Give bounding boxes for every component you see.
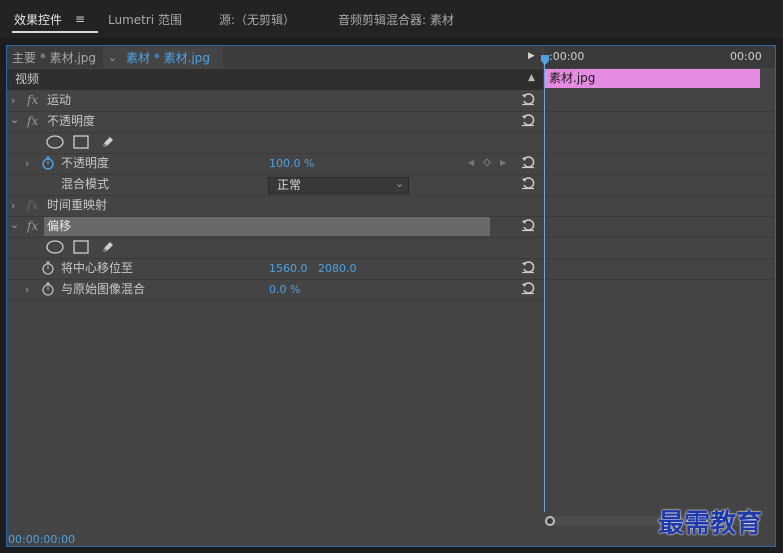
effect-name-motion: 运动: [47, 93, 72, 107]
collapse-up-icon[interactable]: ▲: [528, 73, 535, 83]
opacity-value[interactable]: 100.0 %: [269, 153, 314, 174]
next-keyframe-icon[interactable]: ▶: [500, 158, 506, 167]
blend-original-value[interactable]: 0.0 %: [269, 279, 300, 300]
fx-badge-icon: fx: [27, 198, 39, 212]
divider: [545, 153, 775, 154]
stopwatch-icon[interactable]: [41, 282, 55, 296]
ellipse-mask-icon[interactable]: [46, 135, 64, 149]
divider: [545, 195, 775, 196]
pen-mask-icon[interactable]: [100, 134, 116, 150]
collapse-chevron-icon[interactable]: ⌄: [10, 113, 19, 126]
tab-menu-icon[interactable]: ≡: [75, 12, 85, 26]
divider: [545, 258, 775, 259]
reset-icon[interactable]: [521, 218, 535, 232]
sequence-clip-label[interactable]: 素材 * 素材.jpg: [126, 47, 210, 69]
divider: [545, 237, 775, 238]
playhead-line: [544, 62, 545, 512]
reset-icon[interactable]: [521, 260, 535, 274]
fx-badge-icon[interactable]: fx: [27, 114, 38, 128]
tab-audio-clip-mixer[interactable]: 音频剪辑混合器: 素材: [338, 11, 454, 28]
playhead-marker-icon[interactable]: [541, 55, 549, 65]
divider: [545, 174, 775, 175]
effect-name-time-remap: 时间重映射: [47, 198, 108, 212]
timeline-end-time: 00:00: [730, 50, 762, 63]
master-clip-label[interactable]: 主要 * 素材.jpg: [12, 47, 96, 69]
expand-chevron-icon[interactable]: ›: [25, 157, 29, 170]
add-keyframe-icon[interactable]: ◇: [483, 157, 491, 168]
expand-chevron-icon[interactable]: ›: [11, 199, 15, 212]
reset-icon[interactable]: [521, 92, 535, 106]
active-tab-indicator: [12, 31, 98, 33]
tab-effect-controls[interactable]: 效果控件: [14, 11, 62, 28]
blend-mode-value: 正常: [277, 178, 302, 192]
watermark-logo: 最需教育: [658, 509, 763, 539]
chevron-down-icon[interactable]: ⌄: [108, 51, 117, 64]
selected-effect-highlight: [44, 217, 490, 236]
shift-center-x-value[interactable]: 1560.0: [269, 258, 308, 279]
blend-mode-select[interactable]: 正常: [268, 177, 409, 194]
effect-name-offset[interactable]: 偏移: [47, 216, 71, 237]
section-video-header: [7, 69, 543, 90]
property-label-shift-center: 将中心移位至: [61, 261, 134, 275]
timeline-clip[interactable]: 素材.jpg: [545, 69, 760, 88]
current-timecode[interactable]: 00:00:00:00: [8, 533, 75, 546]
timeline-clip-name: 素材.jpg: [549, 71, 596, 85]
chevron-down-icon[interactable]: ⌄: [395, 177, 404, 190]
pen-mask-icon[interactable]: [100, 239, 116, 255]
tab-lumetri-scopes[interactable]: Lumetri 范围: [108, 11, 182, 28]
effect-name-opacity: 不透明度: [47, 114, 96, 128]
stopwatch-icon[interactable]: [41, 261, 55, 275]
fx-badge-icon[interactable]: fx: [27, 93, 38, 107]
stopwatch-icon[interactable]: [41, 156, 55, 170]
expand-chevron-icon[interactable]: ›: [25, 283, 29, 296]
property-label-opacity: 不透明度: [61, 156, 110, 170]
collapse-chevron-icon[interactable]: ⌄: [10, 218, 19, 231]
fx-badge-icon[interactable]: fx: [27, 219, 38, 233]
reset-icon[interactable]: [521, 281, 535, 295]
reset-icon[interactable]: [521, 155, 535, 169]
timeline-start-time: :00:00: [549, 50, 585, 63]
tab-source[interactable]: 源:（无剪辑）: [219, 11, 295, 28]
divider: [545, 132, 775, 133]
property-label-blend-original: 与原始图像混合: [61, 282, 146, 296]
rectangle-mask-icon[interactable]: [73, 135, 89, 149]
rectangle-mask-icon[interactable]: [73, 240, 89, 254]
ellipse-mask-icon[interactable]: [46, 240, 64, 254]
effect-row-motion: [7, 90, 543, 112]
prev-keyframe-icon[interactable]: ◀: [468, 158, 474, 167]
section-video-label: 视频: [15, 72, 40, 86]
timeline-zoom-handle[interactable]: [545, 516, 555, 526]
expand-chevron-icon[interactable]: ›: [11, 94, 15, 107]
property-label-blend-mode: 混合模式: [61, 177, 110, 191]
play-triangle-icon[interactable]: ▶: [528, 51, 535, 61]
reset-icon[interactable]: [521, 113, 535, 127]
divider: [545, 111, 775, 112]
shift-center-y-value[interactable]: 2080.0: [318, 258, 357, 279]
divider: [545, 279, 775, 280]
divider: [545, 216, 775, 217]
reset-icon[interactable]: [521, 176, 535, 190]
